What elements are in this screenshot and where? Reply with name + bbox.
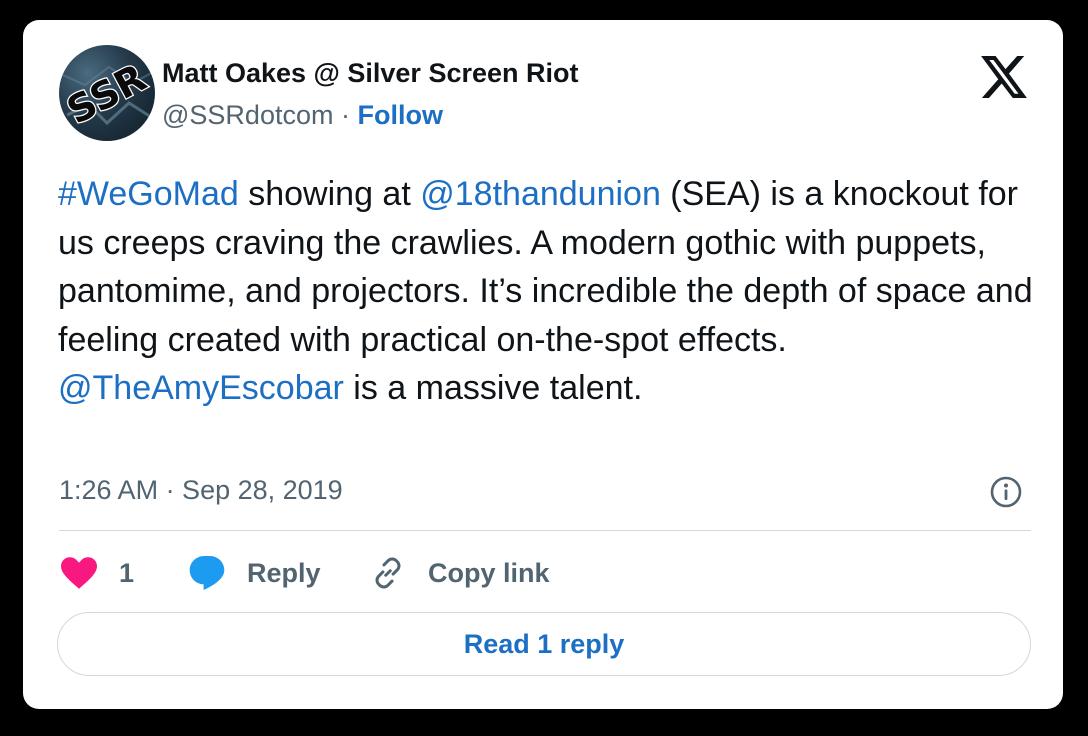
like-button[interactable]: 1	[61, 552, 134, 594]
author-display-name[interactable]: Matt Oakes @ Silver Screen Riot	[162, 58, 578, 89]
tweet-text-segment: is a massive talent.	[343, 369, 643, 407]
follow-link[interactable]: Follow	[358, 100, 443, 130]
speech-bubble-icon	[189, 556, 225, 590]
author-handle[interactable]: @SSRdotcom	[162, 100, 333, 130]
copy-link-button[interactable]: Copy link	[370, 552, 550, 594]
tweet-text-segment: showing at	[238, 175, 421, 213]
avatar[interactable]: SSR	[59, 45, 155, 141]
tweet-text: #WeGoMad showing at @18thandunion (SEA) …	[58, 170, 1033, 413]
heart-icon	[61, 557, 97, 589]
tweet-card: SSR Matt Oakes @ Silver Screen Riot @SSR…	[23, 20, 1063, 709]
divider	[59, 530, 1031, 531]
read-replies-button[interactable]: Read 1 reply	[57, 612, 1031, 676]
mention-link[interactable]: @18thandunion	[420, 175, 661, 213]
hashtag-link[interactable]: #WeGoMad	[58, 175, 239, 213]
like-count: 1	[119, 557, 135, 588]
link-icon	[375, 557, 401, 589]
reply-label: Reply	[247, 557, 321, 588]
tweet-timestamp[interactable]: 1:26 AM · Sep 28, 2019	[59, 475, 343, 506]
x-logo-icon[interactable]	[981, 56, 1027, 98]
copy-link-label: Copy link	[428, 557, 550, 588]
handle-separator: ·	[340, 100, 350, 130]
mention-link[interactable]: @TheAmyEscobar	[58, 369, 344, 407]
author-handle-row: @SSRdotcom · Follow	[162, 100, 443, 131]
avatar-logo-image: SSR	[59, 54, 155, 134]
info-icon[interactable]	[989, 475, 1023, 509]
reply-button[interactable]: Reply	[189, 552, 321, 594]
